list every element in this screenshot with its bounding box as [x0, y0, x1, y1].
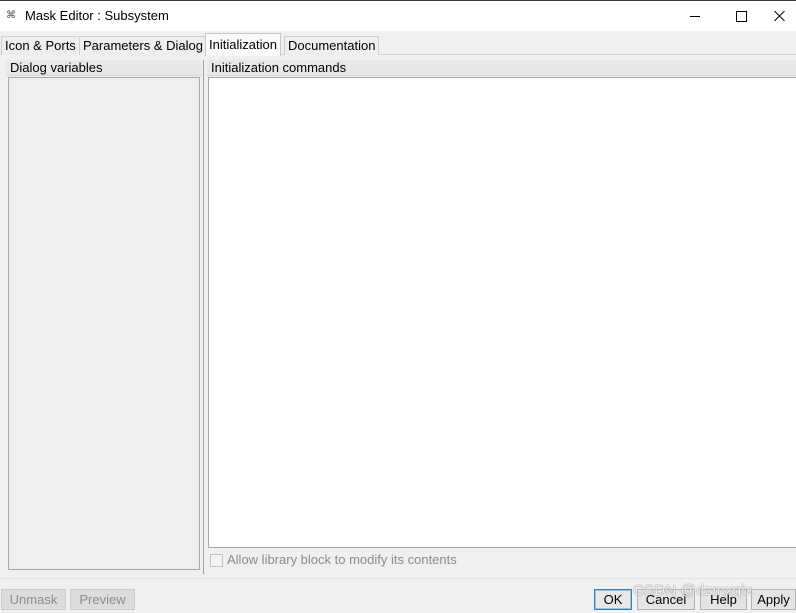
initialization-commands-header: Initialization commands: [207, 60, 796, 76]
allow-library-modify-row: Allow library block to modify its conten…: [210, 551, 457, 569]
apply-button[interactable]: Apply: [751, 589, 796, 610]
maximize-button[interactable]: [718, 1, 764, 31]
panel-splitter[interactable]: [203, 60, 205, 574]
window-title: Mask Editor : Subsystem: [25, 8, 169, 23]
preview-button[interactable]: Preview: [70, 589, 135, 610]
ok-button[interactable]: OK: [594, 589, 632, 610]
dialog-variables-list[interactable]: [8, 77, 200, 570]
minimize-icon: [690, 15, 700, 17]
button-bar: Unmask Preview OK Cancel Help Apply: [0, 578, 796, 613]
close-button[interactable]: [764, 1, 796, 31]
initialization-commands-editor[interactable]: [208, 77, 796, 548]
allow-library-modify-label: Allow library block to modify its conten…: [227, 552, 457, 567]
tab-parameters-dialog[interactable]: Parameters & Dialog: [79, 36, 207, 55]
initialization-panel: Initialization commands Allow library bl…: [207, 60, 796, 574]
tab-initialization[interactable]: Initialization: [205, 33, 281, 56]
allow-library-modify-checkbox[interactable]: [210, 553, 223, 567]
tab-bar: Icon & Ports Parameters & Dialog Initial…: [0, 31, 796, 56]
maximize-icon: [735, 10, 747, 22]
unmask-button[interactable]: Unmask: [1, 589, 66, 610]
tab-documentation[interactable]: Documentation: [284, 36, 380, 55]
cancel-button[interactable]: Cancel: [637, 589, 695, 610]
mask-editor-window: ⌘ Mask Editor : Subsystem Icon & Ports P…: [0, 0, 796, 613]
dialog-variables-panel: Dialog variables: [6, 60, 202, 574]
minimize-button[interactable]: [672, 1, 718, 31]
app-icon: ⌘: [6, 10, 16, 21]
help-button[interactable]: Help: [700, 589, 747, 610]
title-bar: ⌘ Mask Editor : Subsystem: [0, 0, 796, 31]
dialog-variables-header: Dialog variables: [6, 60, 202, 76]
tab-icon-ports[interactable]: Icon & Ports: [1, 36, 80, 55]
close-icon: [774, 10, 786, 22]
